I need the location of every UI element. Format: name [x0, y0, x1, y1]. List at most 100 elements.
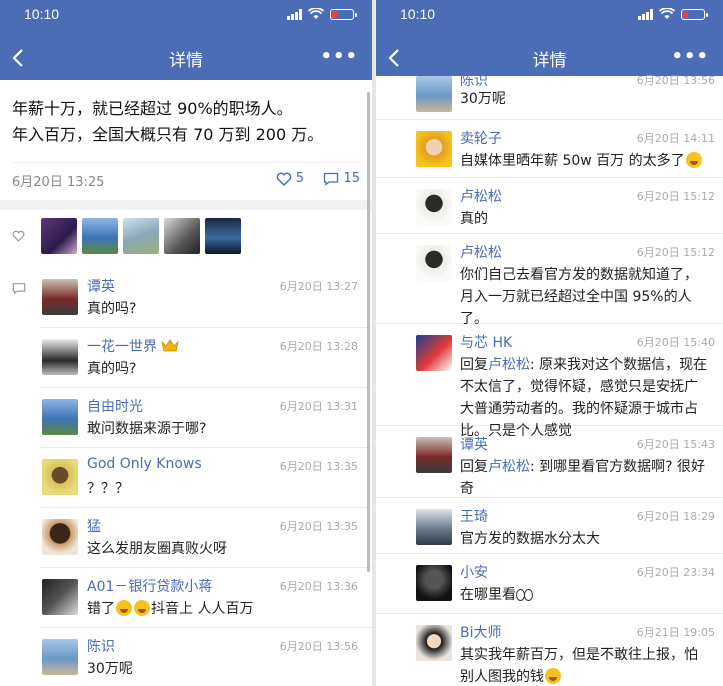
comment-text-part: 错了	[87, 601, 115, 617]
comment-time: 6月20日 13:27	[279, 280, 358, 293]
comment-text-part: 抖音上 人人百万	[151, 601, 254, 617]
avatar[interactable]	[42, 339, 78, 375]
comment-text: 这么发朋友圈真败火呀	[87, 541, 227, 557]
signal-icon	[638, 8, 653, 20]
scrollbar[interactable]	[367, 92, 370, 572]
comment-time: 6月20日 15:43	[636, 438, 715, 451]
avatar[interactable]	[416, 437, 452, 473]
more-icon[interactable]: •••	[320, 48, 358, 66]
comment-text: 错了 抖音上 人人百万	[87, 598, 364, 620]
avatar[interactable]	[416, 76, 452, 112]
comment-author[interactable]: 卢松松	[460, 242, 502, 262]
avatar[interactable]	[42, 519, 78, 555]
comment-count: 15	[343, 171, 360, 186]
avatar[interactable]	[42, 459, 78, 495]
like-button[interactable]: 5	[276, 171, 304, 186]
mention-link[interactable]: 卢松松	[488, 459, 530, 475]
liker-avatar[interactable]	[123, 218, 159, 254]
avatar[interactable]	[416, 335, 452, 371]
comment-time: 6月20日 15:12	[636, 190, 715, 203]
right-screen: 10:10 详情 ••• 陈识 6月20日 13:56 30万呢 卖轮子 6月2…	[376, 0, 723, 686]
comment-item[interactable]: 与芯 HK 6月20日 15:40 回复卢松松: 原来我对这个数据信，现在不太信…	[376, 324, 723, 439]
comment-item[interactable]: 小安 6月20日 23:34 在哪里看	[376, 554, 723, 614]
reply-prefix: 回复	[460, 357, 488, 373]
reply-prefix: 回复	[460, 459, 488, 475]
comment-author[interactable]: 自由时光	[87, 396, 143, 416]
comment-author[interactable]: 与芯 HK	[460, 332, 512, 352]
avatar[interactable]	[42, 279, 78, 315]
comment-time: 6月20日 18:29	[636, 510, 715, 523]
liker-avatar[interactable]	[164, 218, 200, 254]
comment-text-part: 其实我年薪百万，但是不敢往上报，怕别人图我的钱	[460, 647, 698, 685]
comment-item[interactable]: 谭英 6月20日 15:43 回复卢松松: 到哪里看官方数据啊? 很好奇	[376, 426, 723, 498]
comment-text: 自媒体里晒年薪 50w 百万 的太多了	[460, 150, 711, 172]
comment-item[interactable]: A01－银行贷款小蒋 6月20日 13:36 错了 抖音上 人人百万	[40, 568, 372, 628]
liker-avatar[interactable]	[82, 218, 118, 254]
liker-avatar[interactable]	[205, 218, 241, 254]
comment-text: 在哪里看	[460, 584, 711, 606]
post-text-line: 年入百万，全国大概只有 70 万到 200 万。	[12, 125, 324, 144]
comment-item[interactable]: God Only Knows 6月20日 13:35 ？？？	[40, 448, 372, 508]
avatar[interactable]	[416, 131, 452, 167]
comment-item[interactable]: 谭英 6月20日 13:27 真的吗?	[40, 268, 372, 328]
comment-author[interactable]: 陈识	[460, 70, 488, 90]
like-count: 5	[295, 171, 304, 186]
comment-author[interactable]: Bi大师	[460, 622, 502, 642]
comment-time: 6月20日 15:40	[636, 336, 715, 349]
avatar[interactable]	[42, 399, 78, 435]
comment-item[interactable]: 陈识 6月20日 13:56 30万呢	[40, 628, 372, 686]
comment-author[interactable]: 猛	[87, 516, 101, 536]
comment-item[interactable]: 自由时光 6月20日 13:31 敢问数据来源于哪?	[40, 388, 372, 448]
comment-item[interactable]: 陈识 6月20日 13:56 30万呢	[376, 68, 723, 120]
liker-avatar[interactable]	[41, 218, 77, 254]
comment-author[interactable]: 卢松松	[460, 186, 502, 206]
comment-icon	[12, 283, 26, 295]
comment-text: ？？？	[87, 481, 129, 497]
mention-link[interactable]: 卢松松	[488, 357, 530, 373]
comment-time: 6月20日 13:31	[279, 400, 358, 413]
comment-item[interactable]: 卢松松 6月20日 15:12 真的	[376, 178, 723, 234]
top-bar: 10:10 详情 •••	[376, 0, 723, 76]
comment-author[interactable]: 卖轮子	[460, 128, 502, 148]
comment-author[interactable]: 谭英	[87, 276, 115, 296]
comment-item[interactable]: Bi大师 6月21日 19:05 其实我年薪百万，但是不敢往上报，怕别人图我的钱	[376, 614, 723, 685]
post: 年薪十万，就已经超过 90%的职场人。 年入百万，全国大概只有 70 万到 20…	[0, 80, 372, 254]
comment-author[interactable]: 一花一世界	[87, 336, 179, 356]
page-title: 详情	[169, 51, 203, 71]
comment-list: 陈识 6月20日 13:56 30万呢 卖轮子 6月20日 14:11 自媒体里…	[376, 73, 723, 685]
section-divider	[0, 200, 372, 210]
comment-time: 6月20日 13:35	[279, 520, 358, 533]
heart-icon	[276, 172, 292, 186]
comment-author[interactable]: God Only Knows	[87, 456, 202, 472]
avatar[interactable]	[42, 639, 78, 675]
avatar[interactable]	[416, 245, 452, 281]
avatar[interactable]	[416, 565, 452, 601]
status-icons	[638, 8, 708, 20]
comment-author[interactable]: 王琦	[460, 506, 488, 526]
avatar[interactable]	[416, 509, 452, 545]
top-bar: 10:10 详情 •••	[0, 0, 372, 80]
comment-item[interactable]: 猛 6月20日 13:35 这么发朋友圈真败火呀	[40, 508, 372, 568]
comment-author[interactable]: 谭英	[460, 434, 488, 454]
comment-item[interactable]: 一花一世界 6月20日 13:28 真的吗?	[40, 328, 372, 388]
comment-time: 6月20日 13:56	[279, 640, 358, 653]
status-icons	[287, 8, 357, 20]
comment-text: 真的	[460, 211, 488, 227]
status-time: 10:10	[24, 6, 60, 22]
comment-item[interactable]: 王琦 6月20日 18:29 官方发的数据水分太大	[376, 498, 723, 554]
more-icon[interactable]: •••	[671, 48, 709, 66]
comment-text: 30万呢	[460, 91, 506, 107]
comment-item[interactable]: 卖轮子 6月20日 14:11 自媒体里晒年薪 50w 百万 的太多了	[376, 120, 723, 178]
comment-text: 回复卢松松: 到哪里看官方数据啊? 很好奇	[460, 456, 711, 500]
comment-author[interactable]: 小安	[460, 562, 488, 582]
comment-author[interactable]: 陈识	[87, 636, 115, 656]
comment-item[interactable]: 卢松松 6月20日 15:12 你们自己去看官方发的数据就知道了，月入一万就已经…	[376, 234, 723, 327]
crown-icon	[161, 339, 179, 352]
comment-author[interactable]: A01－银行贷款小蒋	[87, 576, 212, 596]
avatar[interactable]	[42, 579, 78, 615]
comment-button[interactable]: 15	[323, 171, 360, 186]
liked-by-row	[0, 218, 372, 258]
avatar[interactable]	[416, 625, 452, 661]
avatar[interactable]	[416, 189, 452, 225]
comment-text: 敢问数据来源于哪?	[87, 421, 207, 437]
